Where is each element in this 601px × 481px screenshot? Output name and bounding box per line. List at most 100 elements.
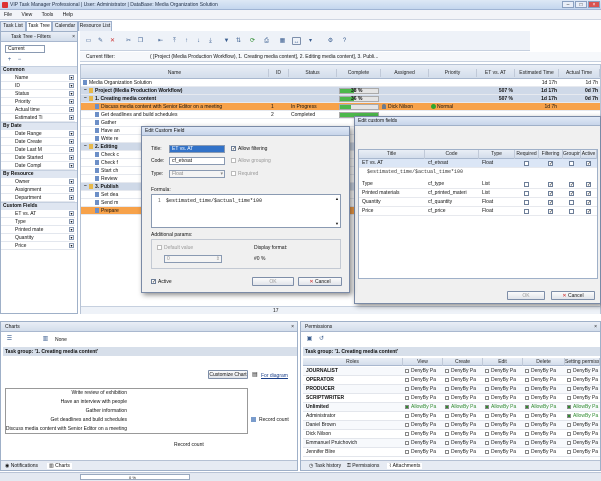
fields-column-header[interactable]: Type [479,150,515,159]
sort-icon[interactable]: ⇅ [234,37,243,45]
menu-view[interactable]: View [17,10,36,20]
permissions-column-header[interactable]: Edit [483,358,523,366]
fields-grouping-checkbox[interactable]: ✓ [569,182,574,188]
help-icon[interactable]: ? [340,37,349,45]
filter-group-header[interactable]: By Date [1,122,77,130]
permission-toggle-icon[interactable] [485,396,489,400]
default-value-input[interactable]: 0 ⇕ [164,255,222,263]
fields-column-header[interactable]: Title [359,150,425,159]
fields-grouping-checkbox[interactable] [569,161,574,166]
permission-toggle-icon[interactable] [485,369,489,373]
formula-scroll-down-icon[interactable]: ▼ [335,221,339,226]
permissions-column-header[interactable]: Create [443,358,483,366]
filter-row[interactable]: ID ▾ [1,82,75,90]
chart-type-icon[interactable]: ▥ [41,335,50,343]
fields-active-checkbox[interactable]: ✓ [586,209,591,215]
fields-required-checkbox[interactable] [524,209,529,214]
permission-toggle-icon[interactable] [445,405,449,409]
tab-calendar[interactable]: Calendar [52,21,78,31]
permission-toggle-icon[interactable] [405,378,409,382]
permission-toggle-icon[interactable] [567,450,571,454]
move-bottom-icon[interactable]: ⤓ [206,37,215,45]
filter-row[interactable]: Owner ▾ [1,178,75,186]
edit-icon[interactable]: ✎ [96,37,105,45]
permission-toggle-icon[interactable] [525,405,529,409]
refresh-icon[interactable]: ⟳ [248,37,257,45]
chart-list-icon[interactable]: ☰ [5,335,14,343]
expand-toggle-icon[interactable]: − [84,96,87,101]
filter-row[interactable]: Type ▾ [1,218,75,226]
allow-grouping-checkbox[interactable] [231,158,236,163]
grid-column-header[interactable]: Actual Time [559,69,600,77]
customize-chart-button[interactable]: Customize Chart [208,370,248,379]
permission-toggle-icon[interactable] [567,414,571,418]
filter-group-header[interactable]: Common [1,66,77,74]
permission-toggle-icon[interactable] [485,441,489,445]
remove-filter-icon[interactable]: − [15,56,24,64]
permission-toggle-icon[interactable] [485,378,489,382]
fields-required-checkbox[interactable] [524,182,529,187]
permission-toggle-icon[interactable] [445,414,449,418]
for-diagram-link[interactable]: For diagram [261,373,288,379]
fields-row[interactable]: ET vs. AT cf_etvsat Float ✓ ✓ [359,159,597,168]
chevron-down-icon[interactable]: ▾ [69,227,74,232]
grid-column-header[interactable]: ET vs. AT [477,69,515,77]
permission-toggle-icon[interactable] [405,432,409,436]
menu-tools[interactable]: Tools [38,10,58,20]
permission-toggle-icon[interactable] [567,441,571,445]
permission-toggle-icon[interactable] [405,423,409,427]
cancel-button[interactable]: ✕ Cancel [298,277,342,286]
chevron-down-icon[interactable]: ▾ [69,75,74,80]
tab-task-history[interactable]: ◷ Task history [309,463,341,469]
fields-row[interactable]: Quantity cf_quantity Float ✓ ✓ [359,198,597,207]
fields-filtering-checkbox[interactable]: ✓ [548,161,553,167]
permission-row[interactable]: Administrator DenyBy Pa DenyBy Pa DenyBy Pa… [303,412,600,421]
permission-toggle-icon[interactable] [525,423,529,427]
expand-toggle-icon[interactable]: − [84,184,87,189]
grid-column-header[interactable]: Status [289,69,337,77]
expand-toggle-icon[interactable]: − [84,144,87,149]
fields-filtering-checkbox[interactable]: ✓ [548,200,553,206]
permission-row[interactable]: Unlimited AllowBy Pa AllowBy Pa AllowBy Pa A… [303,403,600,412]
filter-row[interactable]: Date Compl ▾ [1,162,75,170]
permission-toggle-icon[interactable] [485,450,489,454]
formula-editor[interactable]: 1 $estimated_time/$actual_time*100 ▲ ▼ [151,194,341,228]
permission-row[interactable]: Emmanuel Pruichovich DenyBy Pa DenyBy Pa De… [303,439,600,448]
permission-toggle-icon[interactable] [445,387,449,391]
permission-toggle-icon[interactable] [405,387,409,391]
filter-mode-select[interactable]: Current [5,45,45,53]
fields-active-checkbox[interactable]: ✓ [586,191,591,197]
chevron-down-icon[interactable]: ▾ [69,155,74,160]
permission-toggle-icon[interactable] [445,396,449,400]
fields-filtering-checkbox[interactable]: ✓ [548,191,553,197]
permissions-column-header[interactable]: Delete [523,358,565,366]
filter-row[interactable]: Estimated Ti ▾ [1,114,75,122]
fields-filtering-checkbox[interactable]: ✓ [548,209,553,215]
diagram-icon[interactable]: ▤ [252,371,258,378]
filter-row[interactable]: Date Create ▾ [1,138,75,146]
ok-button[interactable]: OK [252,277,294,286]
chevron-down-icon[interactable]: ▾ [69,187,74,192]
fields-column-header[interactable]: Filtering [539,150,563,159]
move-down-icon[interactable]: ↓ [194,37,203,45]
filter-icon[interactable]: ▼ [222,37,231,45]
chevron-down-icon[interactable]: ▾ [69,99,74,104]
move-top-icon[interactable]: ⤒ [170,37,179,45]
grid-column-header[interactable]: ID [269,69,289,77]
fields-grouping-checkbox[interactable] [569,200,574,205]
permission-toggle-icon[interactable] [567,423,571,427]
filter-row[interactable]: Actual time ▾ [1,106,75,114]
settings-icon[interactable]: ⚙ [326,37,335,45]
chevron-down-icon[interactable]: ▾ [69,211,74,216]
permission-row[interactable]: Jennifer Blire DenyBy Pa DenyBy Pa DenyBy P… [303,448,600,457]
permission-toggle-icon[interactable] [525,432,529,436]
fields-grouping-checkbox[interactable] [569,209,574,214]
chevron-down-icon[interactable]: ▾ [69,139,74,144]
chevron-down-icon[interactable]: ▾ [69,91,74,96]
tab-notifications[interactable]: ◉ Notifications [5,463,38,469]
filter-row[interactable]: Date Started ▾ [1,154,75,162]
tab-permissions[interactable]: ⚿ Permissions [347,463,379,469]
fields-required-checkbox[interactable] [524,191,529,196]
table-row[interactable]: Discuss media content with Senior Editor… [81,103,600,111]
permission-toggle-icon[interactable] [485,387,489,391]
